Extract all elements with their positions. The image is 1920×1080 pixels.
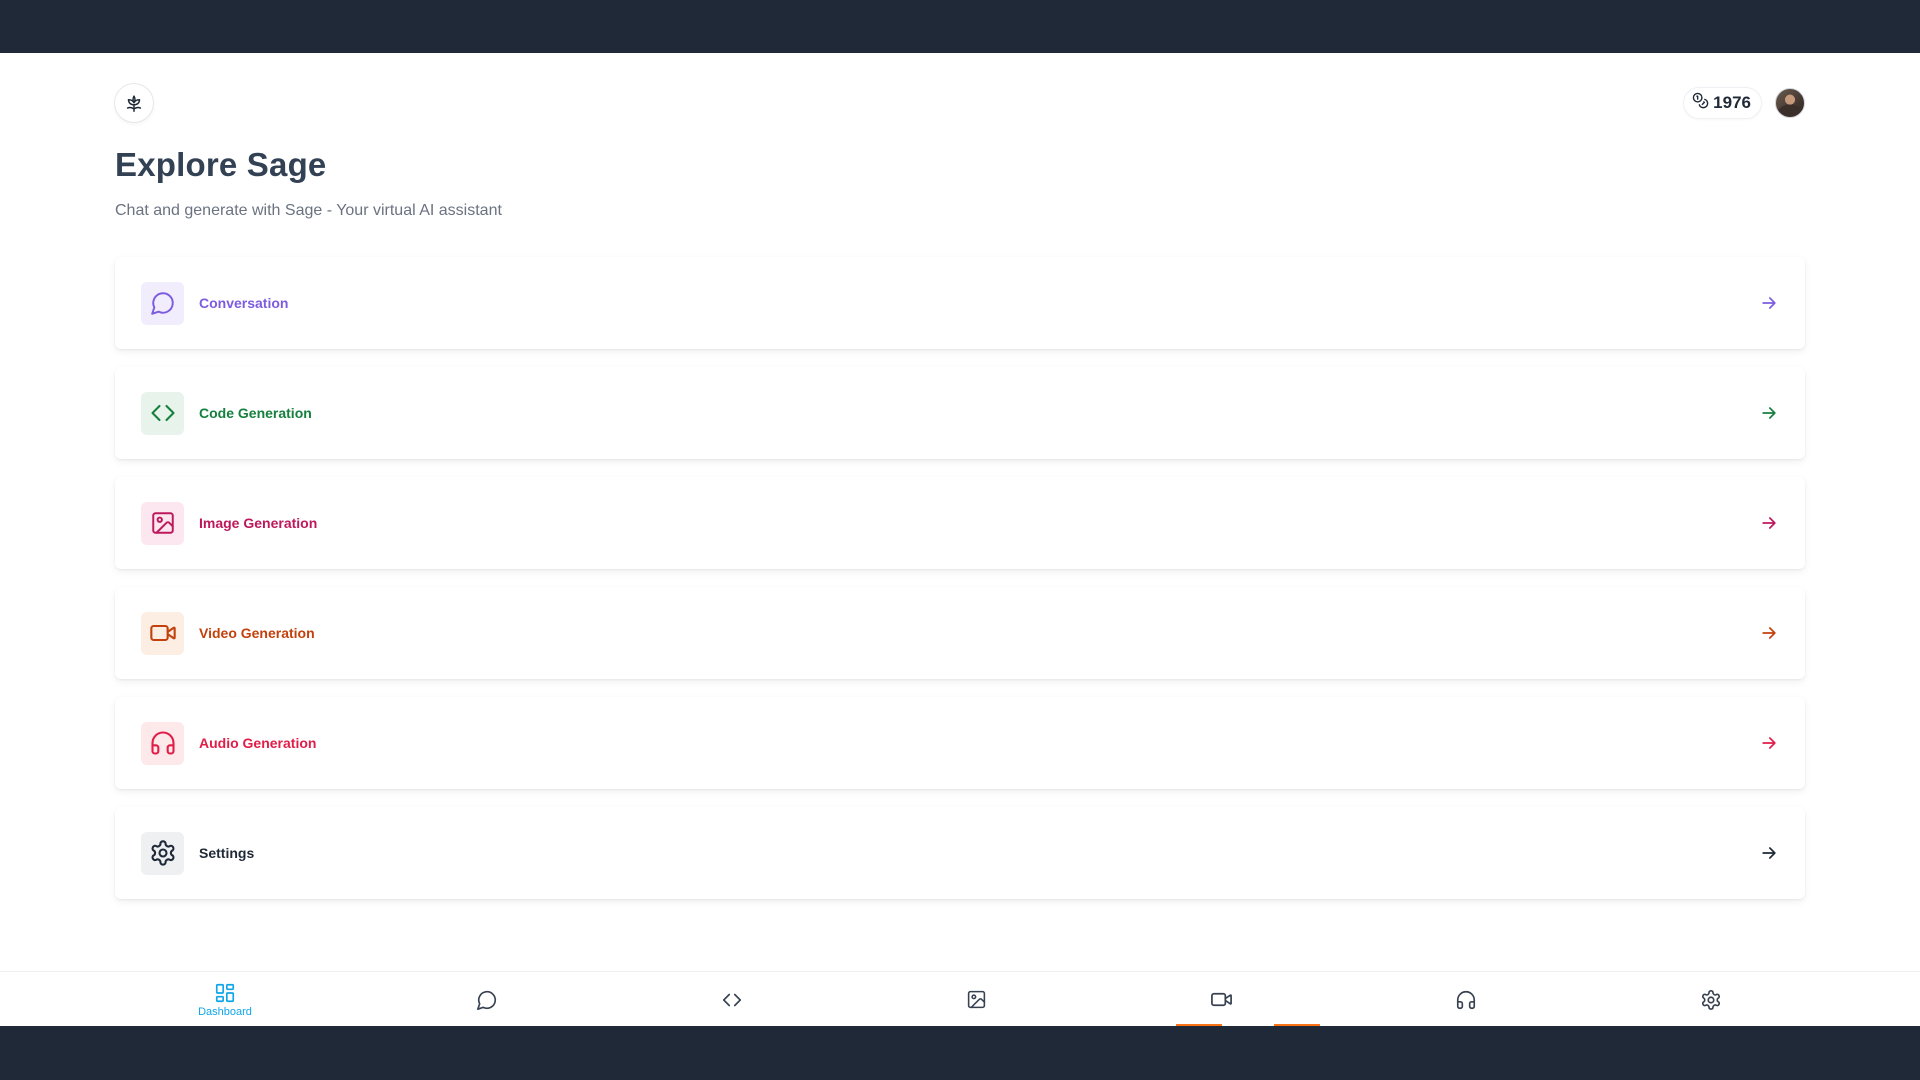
card-audio-generation[interactable]: Audio Generation xyxy=(115,697,1805,789)
card-image-generation[interactable]: Image Generation xyxy=(115,477,1805,569)
video-icon xyxy=(141,611,184,655)
arrow-right-icon xyxy=(1762,517,1776,529)
arrow-right-icon xyxy=(1762,627,1776,639)
credits-badge[interactable]: 1976 xyxy=(1684,88,1761,118)
nav-code[interactable] xyxy=(692,972,772,1027)
video-icon xyxy=(1210,992,1232,1007)
dashboard-icon xyxy=(215,983,235,1002)
image-icon xyxy=(967,990,985,1009)
image-icon xyxy=(141,501,184,545)
nav-dashboard-label: Dashboard xyxy=(198,1005,252,1018)
code-icon xyxy=(722,993,742,1006)
nav-audio[interactable] xyxy=(1426,972,1506,1027)
nav-image[interactable] xyxy=(936,972,1016,1027)
arrow-right-icon xyxy=(1762,297,1776,309)
leaf-logo-icon[interactable] xyxy=(115,84,153,122)
message-circle-icon xyxy=(141,281,184,325)
card-label: Code Generation xyxy=(199,405,312,421)
code-icon xyxy=(141,391,184,435)
card-code-generation[interactable]: Code Generation xyxy=(115,367,1805,459)
card-label: Audio Generation xyxy=(199,735,317,751)
nav-settings[interactable] xyxy=(1671,972,1751,1027)
coins-icon xyxy=(1692,92,1709,114)
card-settings[interactable]: Settings xyxy=(115,807,1805,899)
header: 1976 xyxy=(115,82,1805,124)
headphones-icon xyxy=(1456,990,1476,1009)
nav-dashboard[interactable]: Dashboard xyxy=(185,972,265,1027)
nav-conversation[interactable] xyxy=(447,972,527,1027)
card-label: Conversation xyxy=(199,295,289,311)
app-window: 1976 Explore Sage Chat and generate with… xyxy=(0,53,1920,1026)
card-label: Settings xyxy=(199,845,255,861)
arrow-right-icon xyxy=(1762,407,1776,419)
nav-video[interactable] xyxy=(1181,972,1261,1027)
gear-icon xyxy=(1701,989,1721,1010)
headphones-icon xyxy=(141,721,184,765)
credits-count: 1976 xyxy=(1713,93,1751,112)
gear-icon xyxy=(141,831,184,875)
card-video-generation[interactable]: Video Generation xyxy=(115,587,1805,679)
avatar[interactable] xyxy=(1775,88,1805,118)
bottom-frame-bar xyxy=(0,1026,1920,1080)
bottom-navigation: Dashboard xyxy=(0,971,1920,1026)
arrow-right-icon xyxy=(1762,737,1776,749)
card-label: Image Generation xyxy=(199,515,318,531)
page-subtitle: Chat and generate with Sage - Your virtu… xyxy=(115,202,502,219)
message-circle-icon xyxy=(477,990,497,1010)
card-label: Video Generation xyxy=(199,625,315,641)
page-title: Explore Sage xyxy=(115,146,327,183)
top-frame-bar xyxy=(0,0,1920,53)
arrow-right-icon xyxy=(1762,847,1776,859)
card-conversation[interactable]: Conversation xyxy=(115,257,1805,349)
